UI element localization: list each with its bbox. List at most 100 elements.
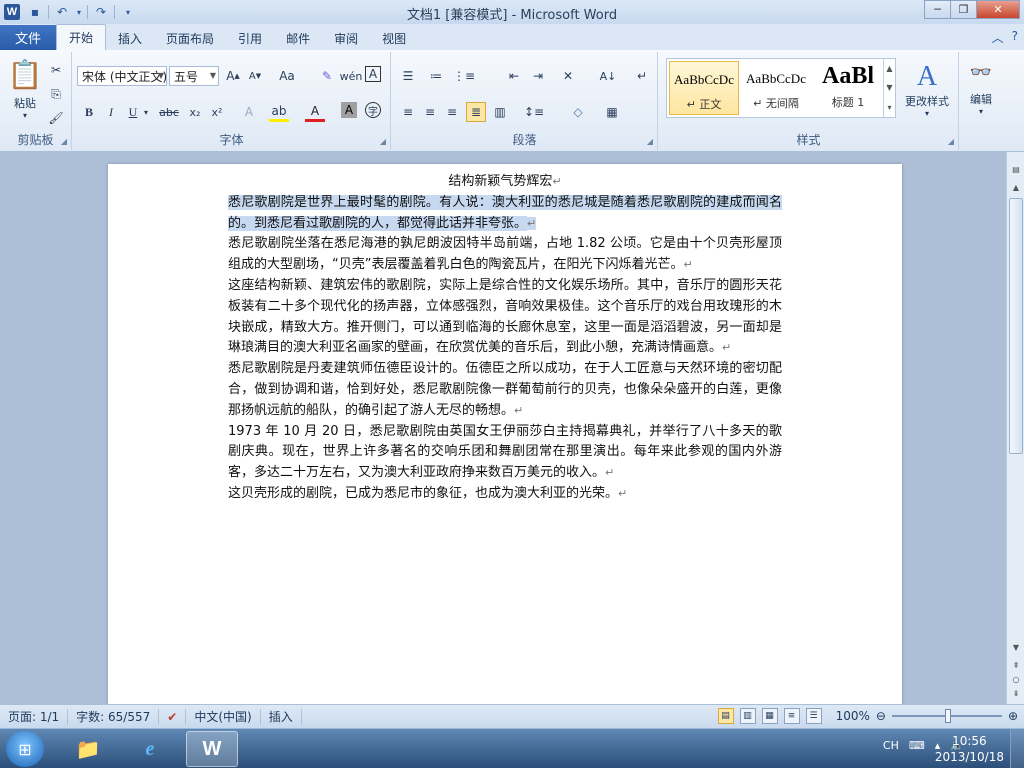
clear-formatting-icon[interactable]: ✎ bbox=[317, 66, 337, 86]
align-left-icon[interactable]: ≡ bbox=[398, 102, 418, 122]
undo-icon[interactable]: ↶ bbox=[53, 3, 71, 21]
tab-view[interactable]: 视图 bbox=[370, 26, 418, 50]
tab-insert[interactable]: 插入 bbox=[106, 26, 154, 50]
vertical-scrollbar[interactable]: ▤ ▲ ▼ ⇞ ○ ⇟ bbox=[1006, 152, 1024, 704]
highlight-icon[interactable]: ab bbox=[269, 102, 289, 122]
italic-icon[interactable]: I bbox=[101, 102, 121, 122]
font-name-combo[interactable]: 宋体 (中文正文) ▼ bbox=[77, 66, 167, 86]
style-no-spacing[interactable]: AaBbCcDc ↵ 无间隔 bbox=[741, 61, 811, 115]
outline-view-icon[interactable]: ≡ bbox=[783, 708, 800, 724]
keyboard-icon[interactable]: ⌨ bbox=[909, 739, 925, 752]
close-button[interactable]: ✕ bbox=[976, 0, 1020, 19]
ie-taskbar-icon[interactable]: e bbox=[124, 731, 176, 767]
tab-mailings[interactable]: 邮件 bbox=[274, 26, 322, 50]
ruler-toggle-icon[interactable]: ▤ bbox=[1009, 162, 1023, 176]
borders-icon[interactable]: ▦ bbox=[602, 102, 622, 122]
bullets-icon[interactable]: ☰ bbox=[398, 66, 418, 86]
distributed-icon[interactable]: ▥ bbox=[490, 102, 510, 122]
word-app-icon[interactable]: W bbox=[4, 4, 20, 20]
tab-home[interactable]: 开始 bbox=[56, 24, 107, 50]
language-indicator[interactable]: 中文(中国) bbox=[186, 708, 261, 725]
enclose-characters-icon[interactable]: 字 bbox=[365, 102, 381, 118]
maximize-button[interactable]: ❐ bbox=[950, 0, 977, 19]
cut-icon[interactable]: ✂ bbox=[46, 60, 66, 80]
show-desktop-button[interactable] bbox=[1010, 729, 1024, 768]
redo-icon[interactable]: ↷ bbox=[92, 3, 110, 21]
copy-icon[interactable]: ⎘ bbox=[46, 84, 66, 104]
zoom-out-icon[interactable]: ⊖ bbox=[876, 709, 886, 723]
underline-icon[interactable]: U bbox=[123, 102, 143, 122]
chinese-layout-icon[interactable]: ✕ bbox=[558, 66, 578, 86]
tab-file[interactable]: 文件 bbox=[0, 25, 56, 50]
multilevel-list-icon[interactable]: ⋮≡ bbox=[453, 66, 475, 86]
show-marks-icon[interactable]: ↵ bbox=[632, 66, 652, 86]
full-screen-reading-icon[interactable]: ▥ bbox=[739, 708, 756, 724]
explorer-taskbar-icon[interactable]: 📁 bbox=[62, 731, 114, 767]
browse-object-icon[interactable]: ○ bbox=[1009, 672, 1023, 686]
align-right-icon[interactable]: ≡ bbox=[442, 102, 462, 122]
minimize-button[interactable]: ─ bbox=[924, 0, 951, 19]
font-color-icon[interactable]: A bbox=[305, 102, 325, 122]
ime-indicator[interactable]: CH bbox=[883, 739, 899, 752]
web-layout-icon[interactable]: ▦ bbox=[761, 708, 778, 724]
help-icon[interactable]: ? bbox=[1012, 29, 1018, 46]
style-normal[interactable]: AaBbCcDc ↵ 正文 bbox=[669, 61, 739, 115]
insert-mode[interactable]: 插入 bbox=[261, 708, 302, 725]
line-spacing-icon[interactable]: ↕≡ bbox=[524, 102, 544, 122]
shrink-font-icon[interactable]: A ▼ bbox=[245, 66, 265, 86]
document-content[interactable]: 结构新颖气势辉宏↵ 悉尼歌剧院是世界上最时髦的剧院。有人说：澳大利亚的悉尼城是随… bbox=[228, 172, 782, 505]
tab-references[interactable]: 引用 bbox=[226, 26, 274, 50]
superscript-icon[interactable]: x² bbox=[207, 102, 227, 122]
character-shading-icon[interactable]: A bbox=[341, 102, 357, 118]
underline-dropdown-icon[interactable]: ▾ bbox=[141, 102, 151, 122]
document-page[interactable]: 结构新颖气势辉宏↵ 悉尼歌剧院是世界上最时髦的剧院。有人说：澳大利亚的悉尼城是随… bbox=[108, 164, 902, 704]
increase-indent-icon[interactable]: ⇥ bbox=[528, 66, 548, 86]
customize-qat-icon[interactable]: ▾ bbox=[119, 3, 137, 21]
zoom-slider[interactable] bbox=[891, 709, 1002, 723]
previous-page-icon[interactable]: ⇞ bbox=[1009, 658, 1023, 672]
bold-icon[interactable]: B bbox=[79, 102, 99, 122]
page-count[interactable]: 页面: 1/1 bbox=[0, 708, 69, 725]
font-size-combo[interactable]: 五号 ▼ bbox=[169, 66, 219, 86]
save-icon[interactable]: ▪ bbox=[26, 3, 44, 21]
next-page-icon[interactable]: ⇟ bbox=[1009, 686, 1023, 700]
change-case-icon[interactable]: Aa bbox=[277, 66, 297, 86]
subscript-icon[interactable]: x₂ bbox=[185, 102, 205, 122]
chevron-up-icon[interactable]: ▲ bbox=[886, 64, 892, 73]
paste-button[interactable]: 📋 粘贴 ▾ bbox=[6, 56, 44, 122]
draft-view-icon[interactable]: ☰ bbox=[805, 708, 822, 724]
styles-launcher-icon[interactable]: ◢ bbox=[948, 137, 954, 146]
clock[interactable]: 10:56 2013/10/18 bbox=[935, 733, 1004, 765]
align-center-icon[interactable]: ≡ bbox=[420, 102, 440, 122]
text-effects-icon[interactable]: A bbox=[239, 102, 259, 122]
font-launcher-icon[interactable]: ◢ bbox=[380, 137, 386, 146]
clipboard-launcher-icon[interactable]: ◢ bbox=[61, 137, 67, 146]
numbering-icon[interactable]: ≔ bbox=[426, 66, 446, 86]
more-icon[interactable]: ▾ bbox=[887, 103, 891, 112]
style-heading-1[interactable]: AaBl 标题 1 bbox=[813, 61, 883, 115]
word-taskbar-icon[interactable]: W bbox=[186, 731, 238, 767]
styles-scroll[interactable]: ▲ ▼ ▾ bbox=[883, 59, 895, 117]
minimize-ribbon-icon[interactable]: ︿ bbox=[992, 29, 1004, 46]
start-button[interactable]: ⊞ bbox=[6, 731, 44, 767]
shading-icon[interactable]: ◇ bbox=[568, 102, 588, 122]
format-painter-icon[interactable]: 🖌 bbox=[46, 108, 66, 128]
proofing-icon[interactable]: ✔ bbox=[159, 708, 187, 725]
chevron-down-icon[interactable]: ▼ bbox=[886, 83, 892, 92]
scroll-up-icon[interactable]: ▲ bbox=[1009, 180, 1023, 194]
character-border-icon[interactable]: A bbox=[365, 66, 381, 82]
phonetic-guide-icon[interactable]: wén bbox=[340, 66, 363, 86]
change-styles-button[interactable]: A 更改样式 ▾ bbox=[898, 56, 956, 122]
zoom-slider-knob[interactable] bbox=[944, 709, 951, 723]
tab-review[interactable]: 审阅 bbox=[322, 26, 370, 50]
decrease-indent-icon[interactable]: ⇤ bbox=[504, 66, 524, 86]
grow-font-icon[interactable]: A ▲ bbox=[223, 66, 243, 86]
editing-button[interactable]: 👓 编辑 ▾ bbox=[962, 56, 1000, 122]
scroll-thumb[interactable] bbox=[1009, 198, 1023, 454]
undo-dropdown-icon[interactable]: ▾ bbox=[75, 3, 83, 21]
print-layout-view-icon[interactable]: ▤ bbox=[717, 708, 734, 724]
paragraph-launcher-icon[interactable]: ◢ bbox=[647, 137, 653, 146]
tab-page-layout[interactable]: 页面布局 bbox=[154, 26, 226, 50]
zoom-level[interactable]: 100% bbox=[836, 709, 870, 723]
justify-icon[interactable]: ≣ bbox=[466, 102, 486, 122]
